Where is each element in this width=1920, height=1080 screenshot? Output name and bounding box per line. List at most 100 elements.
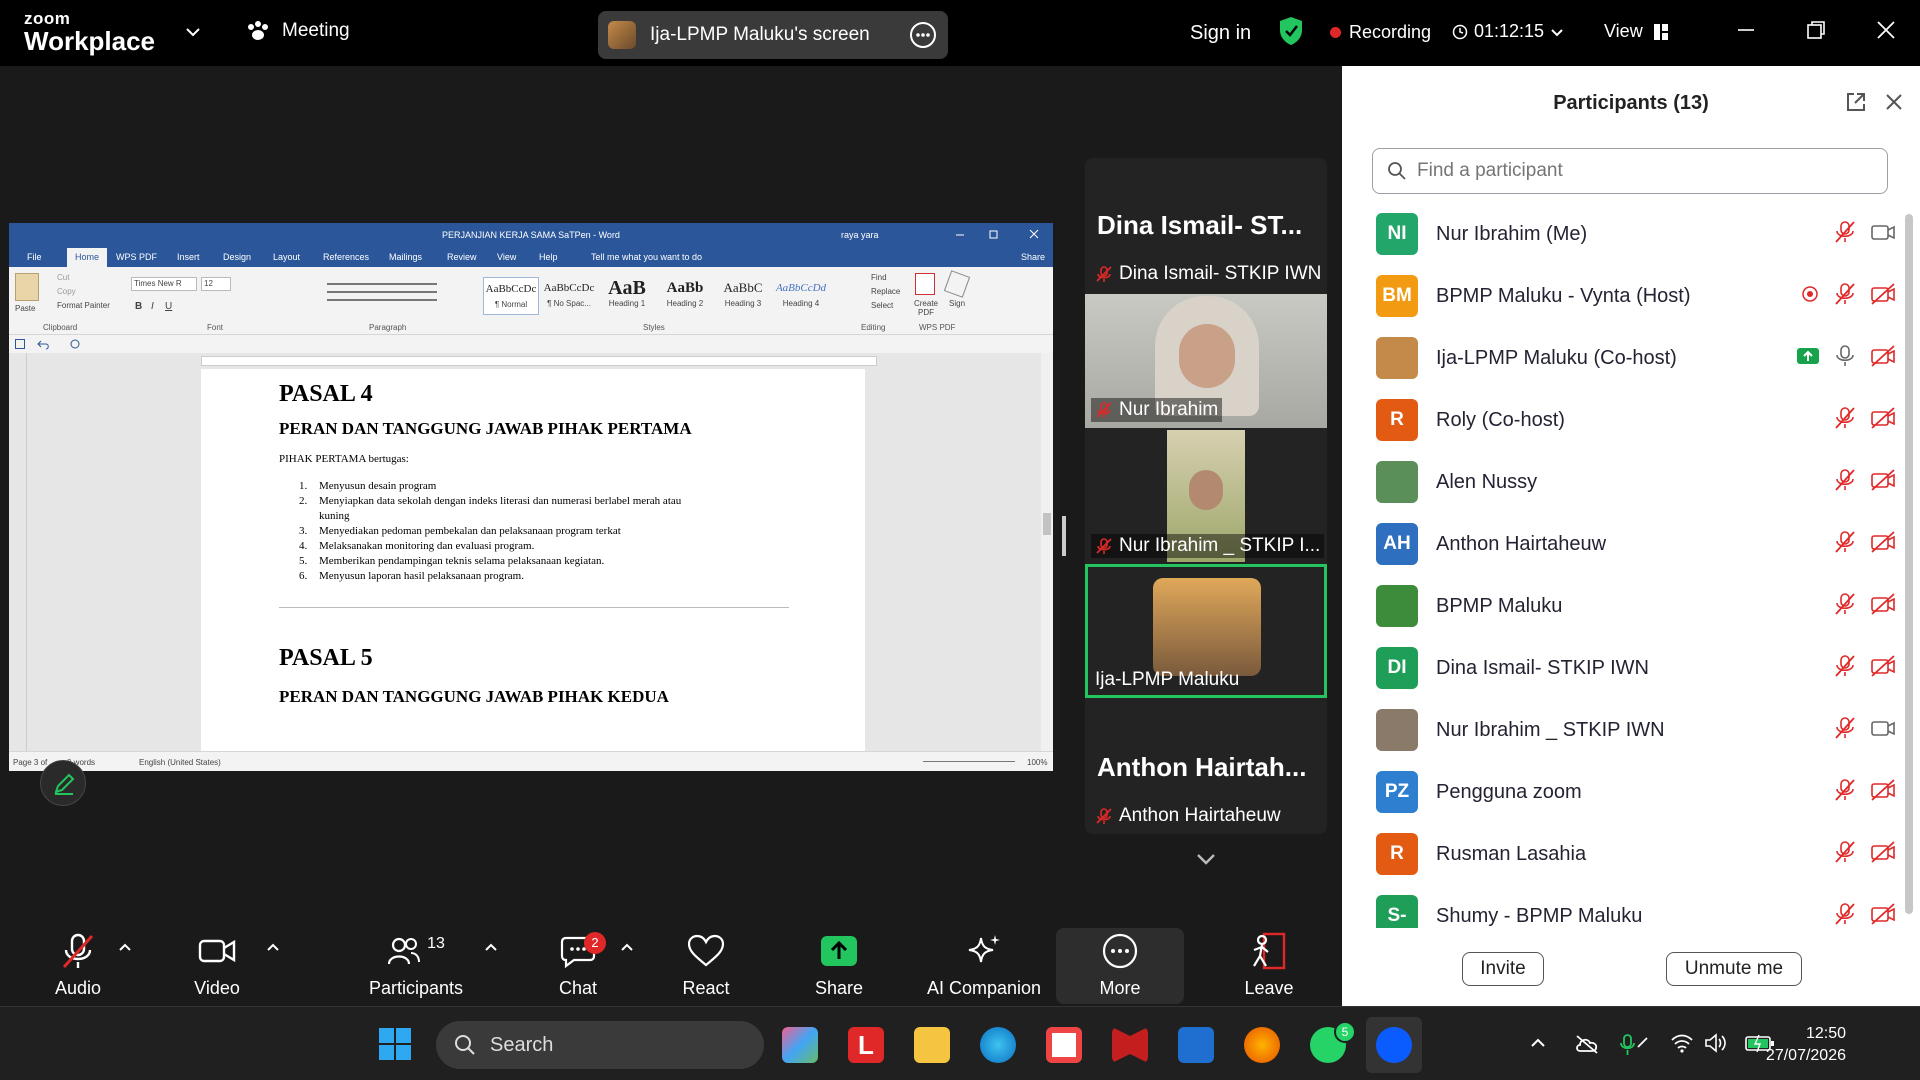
copy-label[interactable]: Copy xyxy=(57,287,76,296)
sign-label[interactable]: Sign xyxy=(949,299,965,308)
participant-row[interactable]: BPMP Maluku xyxy=(1376,578,1896,634)
select-button[interactable]: Select xyxy=(871,301,893,310)
participant-row[interactable]: PZ Pengguna zoom xyxy=(1376,764,1896,820)
edge-icon[interactable] xyxy=(980,1027,1016,1063)
chevron-down-icon[interactable] xyxy=(1193,846,1219,872)
screen-options-icon[interactable] xyxy=(910,22,936,48)
scroll-thumb[interactable] xyxy=(1043,513,1051,535)
search-input[interactable] xyxy=(1417,160,1857,182)
participant-row[interactable]: NI Nur Ibrahim (Me) xyxy=(1376,206,1896,262)
word-tab-layout[interactable]: Layout xyxy=(273,252,300,262)
video-tile[interactable]: Nur Ibrahim _ STKIP I... xyxy=(1085,430,1327,564)
taskbar-clock[interactable]: 12:50 27/07/2026 xyxy=(1766,1023,1846,1067)
paragraph-controls[interactable] xyxy=(327,277,463,317)
word-tab-view[interactable]: View xyxy=(497,252,516,262)
outlook-icon[interactable] xyxy=(1178,1027,1214,1063)
style-heading-2[interactable]: AaBb Heading 2 xyxy=(657,277,713,315)
word-tab-references[interactable]: References xyxy=(323,252,369,262)
status-language[interactable]: English (United States) xyxy=(139,758,221,767)
find-button[interactable]: Find xyxy=(871,273,887,282)
style-no-spacing[interactable]: AaBbCcDc ¶ No Spac... xyxy=(541,277,597,315)
style-normal[interactable]: AaBbCcDc ¶ Normal xyxy=(483,277,539,315)
chevron-up-icon[interactable] xyxy=(620,940,634,954)
cloud-off-icon[interactable] xyxy=(1574,1033,1600,1055)
participant-search[interactable] xyxy=(1372,148,1888,194)
word-tab-home[interactable]: Home xyxy=(67,248,108,267)
zoom-app-icon[interactable] xyxy=(1376,1027,1412,1063)
style-heading-1[interactable]: AaB Heading 1 xyxy=(599,277,655,315)
volume-icon[interactable] xyxy=(1704,1033,1728,1053)
mcafee-icon[interactable] xyxy=(1112,1027,1148,1063)
zoom-slider[interactable] xyxy=(923,761,1015,762)
chevron-up-icon[interactable] xyxy=(1528,1033,1548,1053)
participant-row[interactable]: Alen Nussy xyxy=(1376,454,1896,510)
word-tab-wps-pdf[interactable]: WPS PDF xyxy=(116,252,157,262)
participant-row[interactable]: Ija-LPMP Maluku (Co-host) xyxy=(1376,330,1896,386)
bold-button[interactable]: B xyxy=(135,301,142,312)
share-button[interactable]: Share xyxy=(806,932,872,999)
participant-row[interactable]: DI Dina Ismail- STKIP IWN xyxy=(1376,640,1896,696)
format-painter-label[interactable]: Format Painter xyxy=(57,301,110,310)
annotate-pen-button[interactable] xyxy=(40,760,86,806)
video-button[interactable]: Video xyxy=(186,932,248,999)
redo-icon[interactable] xyxy=(69,338,81,350)
minimize-icon[interactable] xyxy=(1734,18,1758,42)
italic-button[interactable]: I xyxy=(151,301,154,312)
close-icon[interactable] xyxy=(1882,90,1906,114)
participant-row[interactable]: BM BPMP Maluku - Vynta (Host) xyxy=(1376,268,1896,324)
firefox-icon[interactable] xyxy=(1244,1027,1280,1063)
participant-row[interactable]: S- Shumy - BPMP Maluku xyxy=(1376,888,1896,928)
participant-row[interactable]: R Roly (Co-host) xyxy=(1376,392,1896,448)
wifi-icon[interactable] xyxy=(1670,1033,1694,1053)
shared-word-window[interactable]: PERJANJIAN KERJA SAMA SaTPen - Word raya… xyxy=(9,223,1053,771)
invite-button[interactable]: Invite xyxy=(1462,952,1544,986)
copilot-icon[interactable] xyxy=(782,1027,818,1063)
participant-row[interactable]: R Rusman Lasahia xyxy=(1376,826,1896,882)
paste-icon[interactable] xyxy=(15,273,39,301)
ai-companion-button[interactable]: AI Companion xyxy=(924,932,1044,999)
word-tab-mailings[interactable]: Mailings xyxy=(389,252,422,262)
font-name-box[interactable]: Times New R xyxy=(131,277,197,291)
mic-in-use-icon[interactable] xyxy=(1620,1033,1648,1057)
save-icon[interactable] xyxy=(15,339,25,349)
windows-start-icon[interactable] xyxy=(378,1027,412,1061)
close-icon[interactable] xyxy=(1029,229,1039,239)
meeting-timer[interactable]: 01:12:15 xyxy=(1452,21,1564,42)
sign-in-link[interactable]: Sign in xyxy=(1190,22,1251,45)
word-share[interactable]: Share xyxy=(1021,252,1045,262)
recording-indicator[interactable]: Recording xyxy=(1330,22,1431,43)
sign-icon[interactable] xyxy=(943,270,971,298)
chevron-up-icon[interactable] xyxy=(266,940,280,954)
store-icon[interactable] xyxy=(1046,1027,1082,1063)
audio-button[interactable]: Audio xyxy=(44,932,112,999)
pop-out-icon[interactable] xyxy=(1844,90,1868,114)
word-tab-insert[interactable]: Insert xyxy=(177,252,200,262)
view-button[interactable]: View xyxy=(1604,21,1669,42)
split-drag-handle[interactable] xyxy=(1062,516,1066,556)
video-tile-active-speaker[interactable]: Ija-LPMP Maluku xyxy=(1085,564,1327,698)
font-size-box[interactable]: 12 xyxy=(201,277,231,291)
close-icon[interactable] xyxy=(1874,18,1898,42)
chevron-up-icon[interactable] xyxy=(484,940,498,954)
unmute-me-button[interactable]: Unmute me xyxy=(1666,952,1802,986)
chevron-up-icon[interactable] xyxy=(118,940,132,954)
meeting-menu[interactable]: Meeting xyxy=(246,20,350,42)
participant-row[interactable]: AH Anthon Hairtaheuw xyxy=(1376,516,1896,572)
video-tile[interactable]: Dina Ismail- ST... Dina Ismail- STKIP IW… xyxy=(1085,158,1327,292)
participant-row[interactable]: Nur Ibrahim _ STKIP IWN xyxy=(1376,702,1896,758)
video-tile[interactable]: Nur Ibrahim xyxy=(1085,294,1327,428)
word-tab-help[interactable]: Help xyxy=(539,252,558,262)
l-app-icon[interactable]: L xyxy=(848,1027,884,1063)
word-tab-design[interactable]: Design xyxy=(223,252,251,262)
cut-label[interactable]: Cut xyxy=(57,273,69,282)
file-explorer-icon[interactable] xyxy=(914,1027,950,1063)
react-button[interactable]: React xyxy=(676,932,736,999)
status-zoom[interactable]: 100% xyxy=(1027,758,1047,767)
document-page[interactable]: PASAL 4 PERAN DAN TANGGUNG JAWAB PIHAK P… xyxy=(201,369,865,751)
restore-icon[interactable] xyxy=(1804,18,1828,42)
style-heading-3[interactable]: AaBbC Heading 3 xyxy=(715,277,771,315)
chevron-down-icon[interactable] xyxy=(184,23,202,41)
underline-button[interactable]: U xyxy=(165,301,172,312)
paste-label[interactable]: Paste xyxy=(15,304,35,313)
word-tab-file[interactable]: File xyxy=(27,252,42,262)
